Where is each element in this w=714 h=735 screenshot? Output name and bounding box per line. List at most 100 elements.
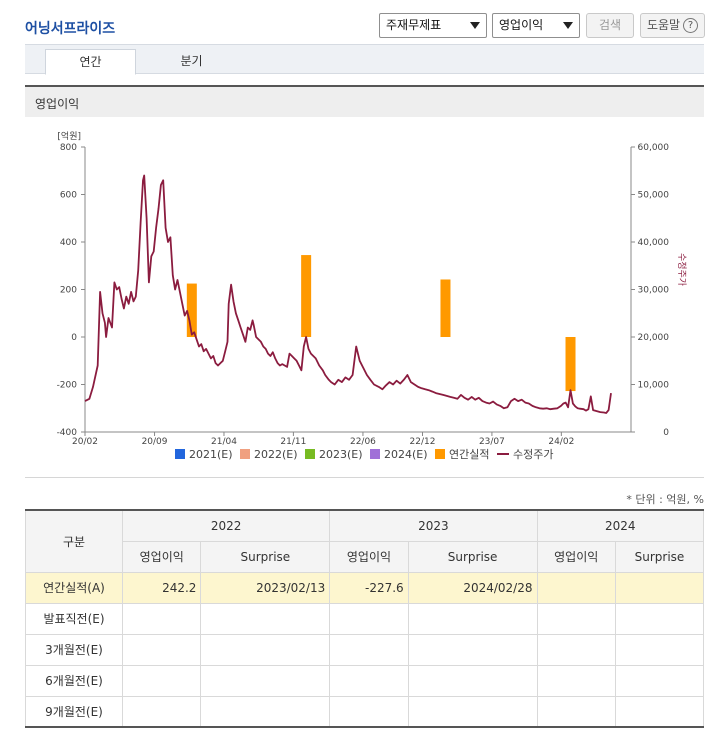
x-tick-label: 20/02 xyxy=(72,437,98,447)
left-tick-label: -200 xyxy=(57,381,78,391)
bar-annual-3 xyxy=(565,337,576,392)
table-cell xyxy=(407,664,538,697)
statement-type-select[interactable]: 주재무제표 xyxy=(379,13,487,38)
table-row: 9개월전(E) xyxy=(25,695,705,728)
table-cell: -227.6 xyxy=(329,571,409,604)
right-tick-label: 20,000 xyxy=(638,333,670,343)
legend-swatch xyxy=(435,449,445,459)
sub-header-surprise: Surprise xyxy=(200,540,331,573)
row-label: 발표직전(E) xyxy=(25,602,123,635)
bar-annual-1 xyxy=(301,255,312,337)
table-cell xyxy=(614,664,705,697)
section-title: 영업이익 xyxy=(35,97,80,111)
row-header-label: 구분 xyxy=(25,509,123,573)
table-cell xyxy=(536,602,616,635)
metric-select[interactable]: 영업이익 xyxy=(492,13,580,38)
right-axis-label: 수정주가 xyxy=(676,253,687,286)
row-label: 3개월전(E) xyxy=(25,633,123,666)
row-label: 9개월전(E) xyxy=(25,695,123,728)
left-tick-label: 200 xyxy=(60,286,77,296)
right-tick-label: 40,000 xyxy=(638,238,670,248)
right-tick-label: 10,000 xyxy=(638,381,670,391)
tab-quarterly[interactable]: 분기 xyxy=(146,49,237,75)
search-button[interactable]: 검색 xyxy=(586,13,634,38)
table-cell xyxy=(614,602,705,635)
table-cell xyxy=(407,602,538,635)
table-cell: 242.2 xyxy=(121,571,202,604)
sub-header-surprise: Surprise xyxy=(614,540,705,573)
statement-type-value: 주재무제표 xyxy=(386,18,442,32)
row-label: 6개월전(E) xyxy=(25,664,123,697)
table-cell xyxy=(407,695,538,728)
surprise-table: 구분 2022 2023 2024 영업이익 Surprise 영업이익 Sur… xyxy=(25,509,705,728)
table-cell xyxy=(407,633,538,666)
table-cell xyxy=(121,664,202,697)
page-title: 어닝서프라이즈 xyxy=(25,21,116,37)
help-button[interactable]: 도움말? xyxy=(640,13,705,38)
table-cell xyxy=(200,633,331,666)
unit-note: * 단위 : 억원, % xyxy=(626,493,704,506)
table-cell xyxy=(121,633,202,666)
table-cell xyxy=(200,602,331,635)
legend-swatch xyxy=(240,449,250,459)
table-cell xyxy=(536,571,616,604)
sub-header-op-income: 영업이익 xyxy=(329,540,409,573)
legend-swatch xyxy=(305,449,315,459)
x-tick-label: 21/04 xyxy=(211,437,237,447)
legend-label: 연간실적 xyxy=(449,448,489,461)
legend-label: 2023(E) xyxy=(319,448,363,461)
row-label: 연간실적(A) xyxy=(25,571,123,604)
chevron-down-icon xyxy=(563,22,573,29)
x-tick-label: 22/06 xyxy=(350,437,376,447)
section-header: 영업이익 xyxy=(25,85,704,117)
right-tick-label: 60,000 xyxy=(638,143,670,153)
table-cell xyxy=(329,633,409,666)
x-tick-label: 22/12 xyxy=(410,437,436,447)
table-cell: 2023/02/13 xyxy=(200,571,331,604)
year-header-2023: 2023 xyxy=(329,509,538,542)
left-tick-label: 400 xyxy=(60,238,77,248)
table-cell: 2024/02/28 xyxy=(407,571,538,604)
metric-value: 영업이익 xyxy=(499,18,544,32)
left-tick-label: 800 xyxy=(60,143,77,153)
tab-annual[interactable]: 연간 xyxy=(45,49,136,75)
table-cell xyxy=(329,602,409,635)
sub-header-surprise: Surprise xyxy=(407,540,538,573)
table-cell xyxy=(536,633,616,666)
right-tick-label: 0 xyxy=(663,428,669,438)
right-tick-label: 50,000 xyxy=(638,191,670,201)
legend-label: 2024(E) xyxy=(384,448,428,461)
table-cell xyxy=(121,695,202,728)
table-row: 3개월전(E) xyxy=(25,633,705,666)
x-tick-label: 23/07 xyxy=(479,437,505,447)
table-cell xyxy=(200,664,331,697)
legend-swatch xyxy=(370,449,380,459)
period-tabs: 연간 분기 xyxy=(25,44,704,75)
year-header-2022: 2022 xyxy=(121,509,331,542)
sub-header-op-income: 영업이익 xyxy=(121,540,202,573)
table-cell xyxy=(536,695,616,728)
table-body: 연간실적(A) 242.2 2023/02/13 -227.6 2024/02/28 발표… xyxy=(25,571,705,728)
x-tick-label: 21/11 xyxy=(280,437,306,447)
x-tick-label: 24/02 xyxy=(548,437,574,447)
legend-label: 수정주가 xyxy=(513,448,553,461)
right-tick-label: 30,000 xyxy=(638,286,670,296)
bar-annual-0 xyxy=(186,283,197,337)
left-axis-unit: [억원] xyxy=(57,130,81,142)
table-cell xyxy=(614,633,705,666)
page-header: 어닝서프라이즈 주재무제표 영업이익 검색 도움말? xyxy=(0,0,714,44)
table-cell xyxy=(536,664,616,697)
table-cell xyxy=(121,602,202,635)
left-tick-label: 600 xyxy=(60,191,77,201)
x-tick-label: 20/09 xyxy=(142,437,168,447)
chart-area: 800 600 400 200 0 -200 -400 [억원] 60,000 50,000 40,… xyxy=(25,117,704,478)
left-tick-label: 0 xyxy=(71,333,77,343)
chevron-down-icon xyxy=(470,22,480,29)
operating-profit-chart: 8006004002000-200-400[억원]60,00050,00040,… xyxy=(57,130,687,461)
help-button-label: 도움말 xyxy=(646,18,681,32)
year-header-2024: 2024 xyxy=(536,509,704,542)
bar-annual-2 xyxy=(440,279,451,337)
table-cell xyxy=(329,695,409,728)
help-icon: ? xyxy=(683,18,699,33)
legend-label: 2021(E) xyxy=(189,448,233,461)
